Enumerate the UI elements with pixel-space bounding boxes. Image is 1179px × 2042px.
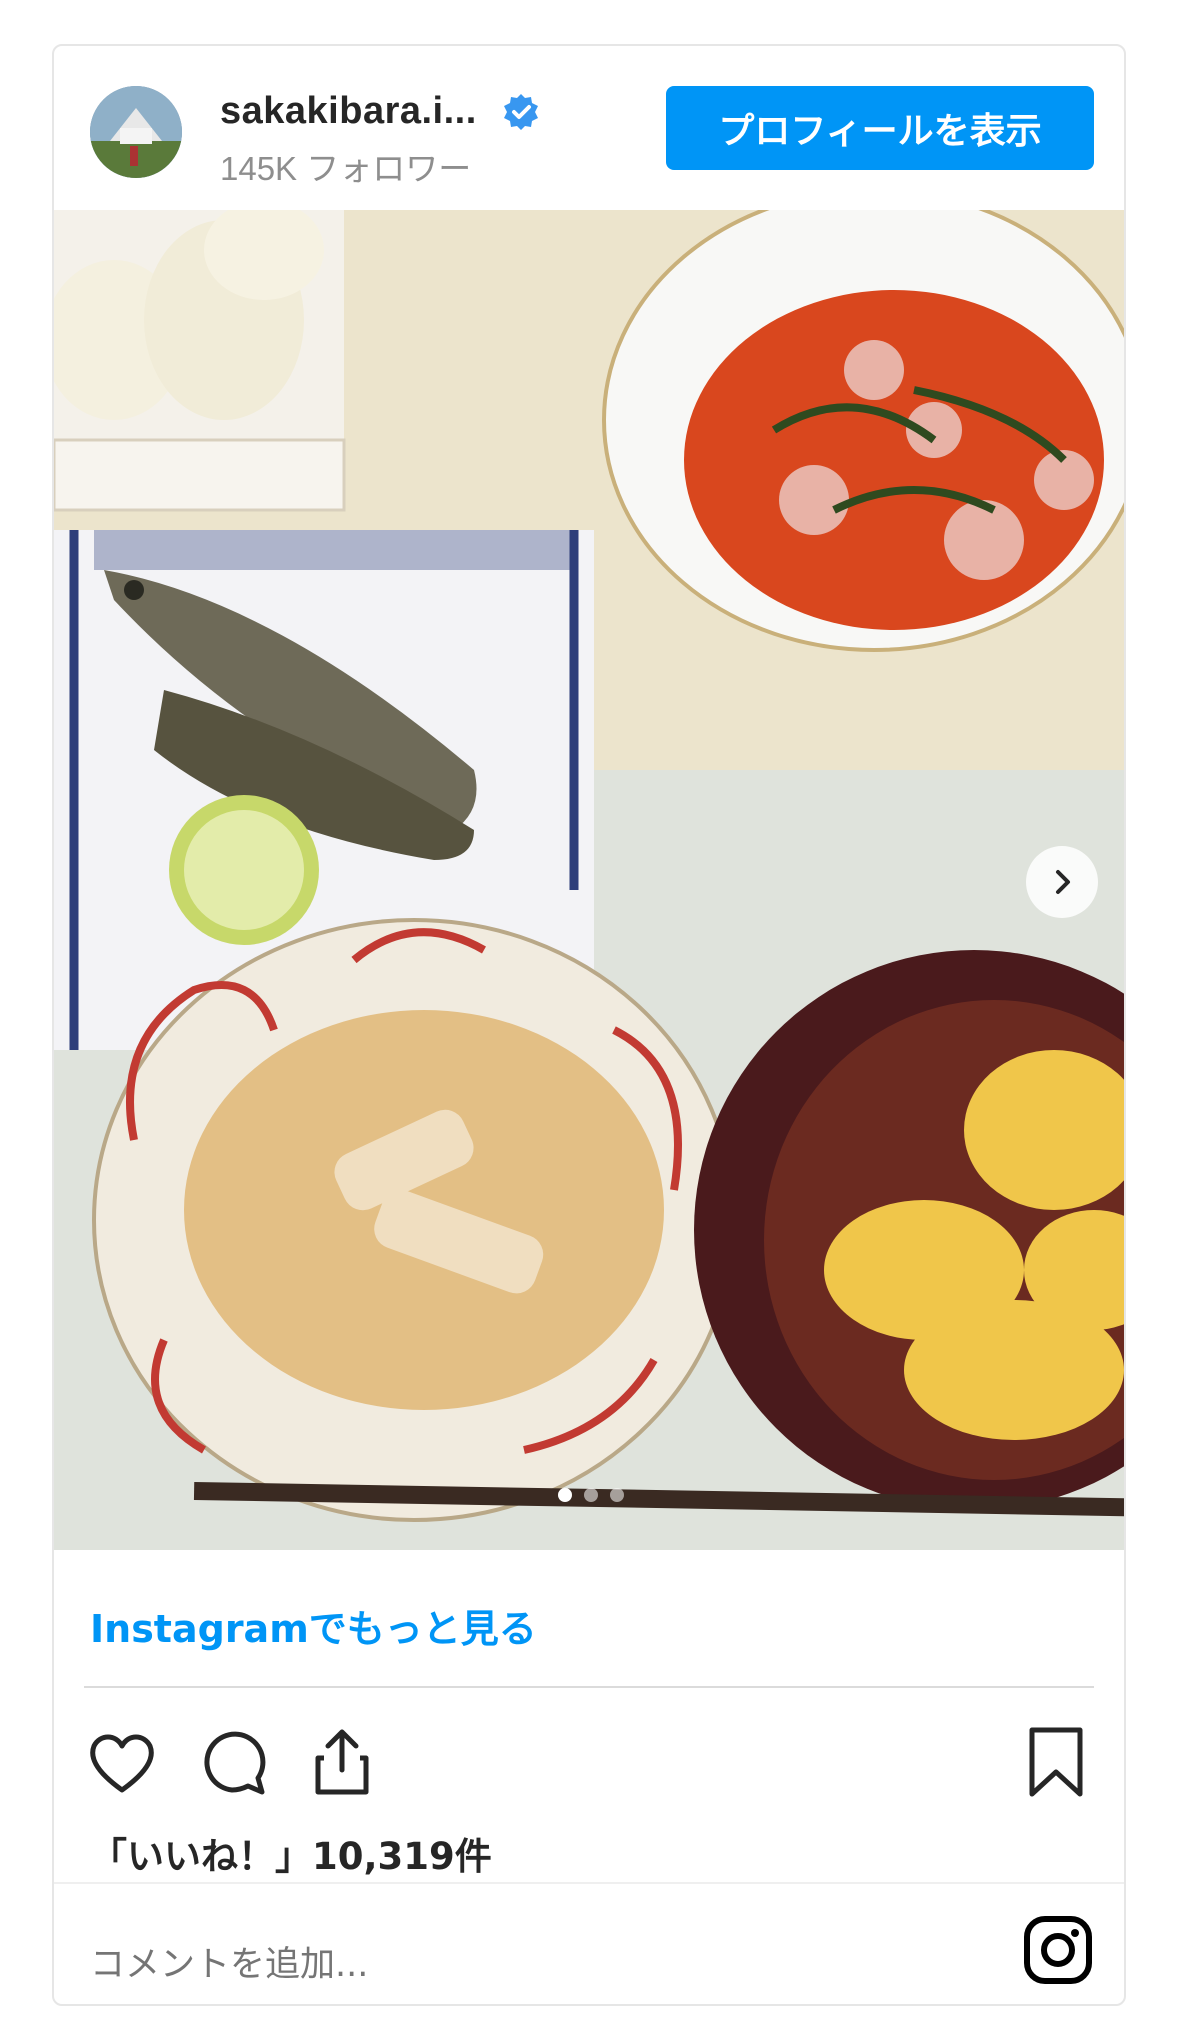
share-icon[interactable] (304, 1724, 380, 1800)
post-header: sakakibara.i... 145K フォロワー プロフィールを表示 (54, 46, 1124, 210)
carousel-indicator (558, 1488, 624, 1502)
like-count[interactable]: 「いいね！」10,319件 (90, 1826, 492, 1880)
bookmark-icon[interactable] (1018, 1724, 1094, 1800)
avatar[interactable] (90, 86, 182, 178)
food-photo-image (54, 210, 1124, 1550)
comment-icon[interactable] (194, 1724, 270, 1800)
view-profile-button[interactable]: プロフィールを表示 (666, 86, 1094, 170)
carousel-dot (558, 1488, 572, 1502)
divider (84, 1686, 1094, 1688)
divider (54, 1882, 1124, 1884)
next-photo-button[interactable] (1026, 846, 1098, 918)
username-text[interactable]: sakakibara.i... (220, 90, 477, 133)
instagram-icon[interactable] (1022, 1914, 1094, 1986)
carousel-dot (584, 1488, 598, 1502)
carousel-dot (610, 1488, 624, 1502)
verified-badge-icon (503, 93, 538, 130)
username[interactable]: sakakibara.i... (220, 90, 541, 133)
comment-input[interactable] (88, 1944, 692, 1986)
action-bar (54, 1706, 1124, 1816)
instagram-embed-card: sakakibara.i... 145K フォロワー プロフィールを表示 Ins… (52, 44, 1126, 2006)
chevron-right-icon (1056, 870, 1070, 894)
post-photo[interactable] (54, 210, 1124, 1550)
follower-count: 145K フォロワー (220, 150, 472, 187)
view-more-on-instagram-link[interactable]: Instagramでもっと見る (90, 1598, 537, 1653)
heart-icon[interactable] (84, 1724, 160, 1800)
